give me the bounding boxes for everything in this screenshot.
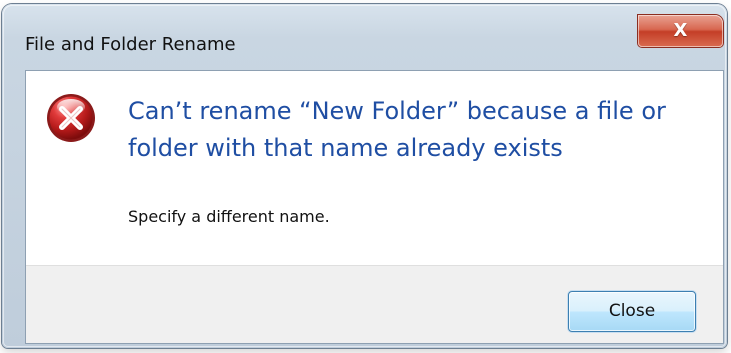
close-icon: X — [673, 20, 688, 41]
window-title: File and Folder Rename — [25, 34, 236, 55]
error-subtext: Specify a different name. — [128, 207, 330, 226]
dialog-client-area: Can’t rename “New Folder” because a file… — [25, 70, 724, 344]
message-panel: Can’t rename “New Folder” because a file… — [26, 71, 723, 265]
titlebar: File and Folder Rename X — [2, 4, 727, 70]
titlebar-close-button[interactable]: X — [638, 15, 723, 47]
file-rename-dialog: File and Folder Rename X Can’t rename “N… — [2, 4, 727, 348]
dialog-stage: File and Folder Rename X Can’t rename “N… — [0, 0, 731, 353]
dialog-footer: Close — [26, 265, 723, 343]
error-headline: Can’t rename “New Folder” because a file… — [128, 97, 666, 162]
close-button[interactable]: Close — [568, 291, 696, 332]
error-icon — [47, 94, 95, 142]
